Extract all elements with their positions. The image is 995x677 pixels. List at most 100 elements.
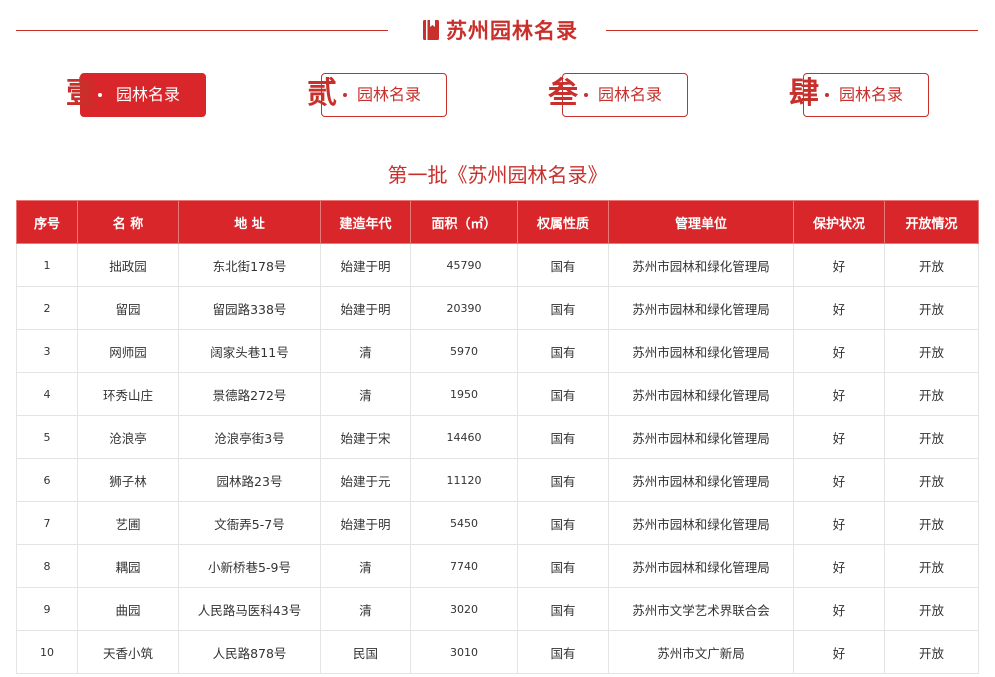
cell-area: 5970 — [410, 329, 518, 373]
cell-name: 留园 — [77, 286, 179, 330]
cell-index: 8 — [16, 544, 78, 588]
table-row: 7 艺圃 文衙弄5-7号 始建于明 5450 国有 苏州市园林和绿化管理局好开放 — [16, 501, 979, 545]
cell-protection: 好 — [793, 587, 885, 631]
cell-area: 3020 — [410, 587, 518, 631]
cell-open-status: 开放 — [884, 458, 979, 502]
table-row: 4 环秀山庄 景德路272号清 1950 国有 苏州市园林和绿化管理局好开放 — [16, 372, 979, 416]
cell-management: 苏州市园林和绿化管理局 — [608, 286, 794, 330]
list-subtitle: 第一批《苏州园林名录》 — [387, 163, 608, 187]
cell-protection: 好 — [793, 415, 885, 459]
cell-open-status: 开放 — [884, 329, 979, 373]
column-header-era: 建造年代 — [320, 200, 411, 244]
cell-area: 3010 — [410, 630, 518, 674]
cell-index: 2 — [16, 286, 78, 330]
cell-index: 7 — [16, 501, 78, 545]
cell-area: 45790 — [410, 243, 518, 287]
column-header-address: 地 址 — [178, 200, 321, 244]
cell-open-status: 开放 — [884, 286, 979, 330]
cell-ownership: 国有 — [517, 630, 609, 674]
cell-ownership: 国有 — [517, 587, 609, 631]
header-divider-right — [606, 30, 978, 31]
cell-management: 苏州市园林和绿化管理局 — [608, 415, 794, 459]
cell-address: 人民路马医科43号 — [178, 587, 321, 631]
cell-address: 阔家头巷11号 — [178, 329, 321, 373]
table-body: 1 拙政园 东北街178号 始建于明 45790 国有 苏州市园林和绿化管理局好开放 2 留园留… — [16, 243, 979, 674]
cell-area: 20390 — [410, 286, 518, 330]
table-row: 3 网师园 阔家头巷11号清 5970 国有 苏州市园林和绿化管理局好开放 — [16, 329, 979, 373]
cell-name: 狮子林 — [77, 458, 179, 502]
cell-protection: 好 — [793, 630, 885, 674]
cell-era: 清 — [320, 544, 411, 588]
cell-era: 始建于元 — [320, 458, 411, 502]
header-title-group: 苏州园林名录 — [400, 14, 600, 46]
tab-numeral: 贰 — [307, 76, 337, 111]
table-row: 5 沧浪亭 沧浪亭街3号 始建于宋 14460 国有 苏州市园林和绿化管理局好开放 — [16, 415, 979, 459]
tab-batch-3[interactable]: 叁 园林名录 — [548, 70, 698, 120]
cell-era: 清 — [320, 329, 411, 373]
cell-ownership: 国有 — [517, 415, 609, 459]
cell-area: 1950 — [410, 372, 518, 416]
cell-address: 留园路338号 — [178, 286, 321, 330]
cell-index: 1 — [16, 243, 78, 287]
dot-icon — [98, 93, 102, 97]
cell-name: 拙政园 — [77, 243, 179, 287]
table-header-row: 序号 名 称 地 址 建造年代 面积（㎡） 权属性质 管理单位 保护状况 开放情… — [16, 200, 979, 244]
cell-index: 9 — [16, 587, 78, 631]
cell-index: 10 — [16, 630, 78, 674]
cell-protection: 好 — [793, 544, 885, 588]
cell-management: 苏州市园林和绿化管理局 — [608, 372, 794, 416]
book-icon — [422, 19, 440, 41]
cell-ownership: 国有 — [517, 544, 609, 588]
cell-protection: 好 — [793, 329, 885, 373]
table-row: 10 天香小筑 人民路878号 民国 3010 国有 苏州市文广新局好开放 — [16, 630, 979, 674]
cell-protection: 好 — [793, 501, 885, 545]
cell-open-status: 开放 — [884, 630, 979, 674]
cell-protection: 好 — [793, 458, 885, 502]
cell-area: 5450 — [410, 501, 518, 545]
tab-batch-2[interactable]: 贰 园林名录 — [307, 70, 457, 120]
cell-address: 小新桥巷5-9号 — [178, 544, 321, 588]
tab-label: 园林名录 — [598, 85, 663, 104]
cell-address: 景德路272号 — [178, 372, 321, 416]
cell-open-status: 开放 — [884, 544, 979, 588]
garden-table-container: 序号 名 称 地 址 建造年代 面积（㎡） 权属性质 管理单位 保护状况 开放情… — [16, 200, 979, 674]
cell-protection: 好 — [793, 243, 885, 287]
cell-name: 曲园 — [77, 587, 179, 631]
cell-era: 民国 — [320, 630, 411, 674]
dot-icon — [825, 93, 829, 97]
cell-ownership: 国有 — [517, 501, 609, 545]
column-header-index: 序号 — [16, 200, 78, 244]
cell-index: 3 — [16, 329, 78, 373]
cell-era: 始建于明 — [320, 501, 411, 545]
tab-label: 园林名录 — [116, 85, 181, 104]
cell-ownership: 国有 — [517, 329, 609, 373]
cell-open-status: 开放 — [884, 415, 979, 459]
cell-index: 6 — [16, 458, 78, 502]
column-header-protection: 保护状况 — [793, 200, 885, 244]
tab-batch-1[interactable]: 壹 园林名录 — [66, 70, 216, 120]
tab-numeral: 肆 — [789, 76, 819, 111]
cell-management: 苏州市园林和绿化管理局 — [608, 501, 794, 545]
column-header-name: 名 称 — [77, 200, 179, 244]
cell-era: 清 — [320, 587, 411, 631]
cell-address: 沧浪亭街3号 — [178, 415, 321, 459]
cell-management: 苏州市园林和绿化管理局 — [608, 458, 794, 502]
cell-area: 11120 — [410, 458, 518, 502]
cell-name: 耦园 — [77, 544, 179, 588]
batch-tabs: 壹 园林名录 贰 园林名录 叁 园林名录 肆 园林名录 — [0, 70, 995, 126]
header-divider-left — [16, 30, 388, 31]
cell-protection: 好 — [793, 372, 885, 416]
cell-address: 文衙弄5-7号 — [178, 501, 321, 545]
cell-name: 沧浪亭 — [77, 415, 179, 459]
cell-management: 苏州市园林和绿化管理局 — [608, 243, 794, 287]
cell-open-status: 开放 — [884, 372, 979, 416]
tab-batch-4[interactable]: 肆 园林名录 — [789, 70, 939, 120]
cell-area: 7740 — [410, 544, 518, 588]
dot-icon — [584, 93, 588, 97]
column-header-area: 面积（㎡） — [410, 200, 518, 244]
cell-open-status: 开放 — [884, 501, 979, 545]
column-header-ownership: 权属性质 — [517, 200, 609, 244]
table-row: 2 留园 留园路338号 始建于明 20390 国有 苏州市园林和绿化管理局好开放 — [16, 286, 979, 330]
cell-ownership: 国有 — [517, 458, 609, 502]
cell-name: 环秀山庄 — [77, 372, 179, 416]
